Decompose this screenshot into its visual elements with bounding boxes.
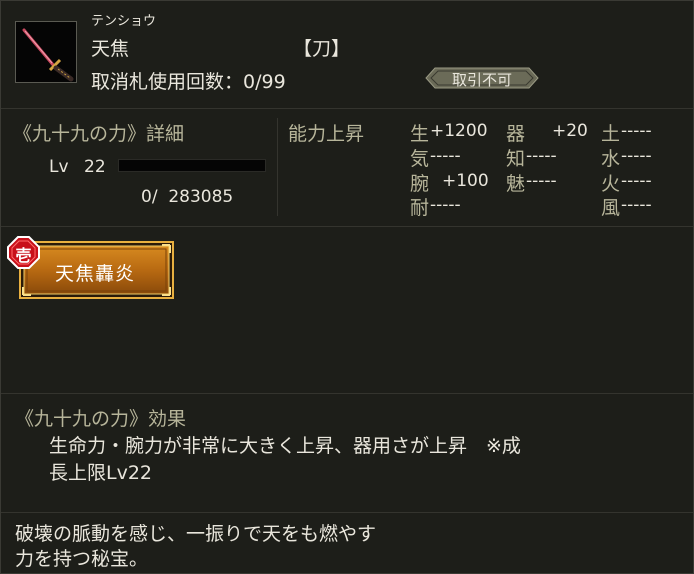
stat-value-intellect: ----- [526,146,557,166]
item-icon-box [15,21,77,83]
stat-key-charm: 魅 [506,173,526,195]
stat-value-water: ----- [621,146,652,166]
divider [1,512,693,513]
stat-key-arm: 腕 [410,173,430,195]
divider [1,226,693,227]
skill-button[interactable]: 天焦轟炎 [19,241,174,299]
stat-value-wind: ----- [621,195,652,215]
stat-value-spirit: ----- [430,146,461,166]
power-effect-line: 長上限Lv22 [49,462,153,484]
item-name: 天焦 [91,38,130,60]
stat-value-arm: +100 [442,171,489,191]
divider [1,108,693,109]
item-detail-panel: テンショウ 天焦 【刀】 取消札使用回数：0/99 取引不可 《九十九の力》詳細… [0,0,694,574]
item-furigana: テンショウ [91,14,157,29]
stat-key-endurance: 耐 [410,197,430,219]
level-label: Lv [49,157,69,177]
stat-value-endurance: ----- [430,195,461,215]
stat-value-dexterity: +20 [552,121,588,141]
stat-key-wind: 風 [601,197,621,219]
power-effect-title: 《九十九の力》効果 [15,408,187,430]
level-value: 22 [84,157,106,177]
skill-rank: 壱 [15,246,32,265]
stat-key-intellect: 知 [506,148,526,170]
stat-value-fire: ----- [621,171,652,191]
stat-key-fire: 火 [601,173,621,195]
katana-icon [22,28,74,82]
stat-key-life: 生 [410,123,430,145]
skill-rank-badge: 壱 [7,236,40,269]
item-type: 【刀】 [293,38,351,60]
exp-value: 0/ 283085 [141,187,234,207]
divider [1,393,693,394]
skill-name: 天焦轟炎 [54,263,135,285]
stat-key-spirit: 気 [410,148,430,170]
stat-value-charm: ----- [526,171,557,191]
stat-boost-title: 能力上昇 [288,123,365,145]
untradeable-badge: 取引不可 [425,67,539,89]
stat-value-life: +1200 [430,121,488,141]
exp-progress-bar [118,159,266,172]
stat-key-earth: 土 [601,123,621,145]
stat-key-dexterity: 器 [506,123,526,145]
power-effect-line: 生命力・腕力が非常に大きく上昇、器用さが上昇 ※成 [49,435,521,457]
divider [277,118,278,216]
stat-value-earth: ----- [621,121,652,141]
untradeable-label: 取引不可 [451,71,512,89]
item-description-line: 破壊の脈動を感じ、一振りで天をも燃やす [15,523,377,545]
power-detail-title: 《九十九の力》詳細 [13,123,185,145]
cancel-tag-count: 取消札使用回数：0/99 [91,71,286,93]
item-description-line: 力を持つ秘宝。 [15,548,149,570]
stat-key-water: 水 [601,148,621,170]
